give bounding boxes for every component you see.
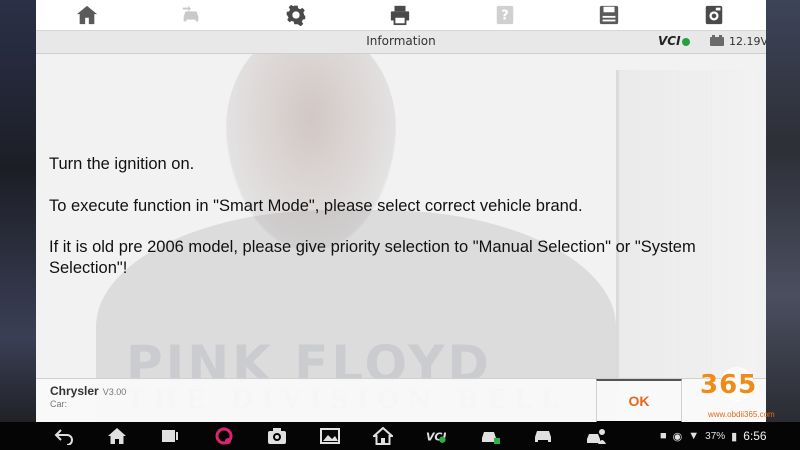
footer-bar: Chrysler V3.00 Car: OK <box>36 378 766 422</box>
home-nav-icon[interactable] <box>107 427 127 445</box>
background-right <box>766 0 800 422</box>
info-header: Information VCI 12.19V <box>36 31 766 54</box>
clock: 6:56 <box>743 429 767 443</box>
vci-nav-icon[interactable]: VCI <box>426 427 446 445</box>
vehicle-version: V3.00 <box>102 387 127 397</box>
technician-car-icon[interactable] <box>586 427 606 445</box>
save-icon[interactable] <box>597 3 621 27</box>
car-connected-icon[interactable] <box>480 427 500 445</box>
svg-text:?: ? <box>501 9 508 24</box>
status-area: ■ ◉ ▼ 37% ▮ 6:56 <box>660 428 767 444</box>
vci-label: VCI <box>658 34 681 48</box>
ok-button[interactable]: OK <box>596 379 682 422</box>
tablet-screen: PINK FLOYD THE DIVISION BELL ? Informati… <box>36 0 766 422</box>
battery-icon <box>710 35 724 46</box>
vehicle-icon[interactable] <box>533 427 553 445</box>
vehicle-name: Chrysler <box>50 384 99 398</box>
back-icon[interactable] <box>54 427 74 445</box>
watermark-logo: 365 www.obdii365.com <box>690 362 790 420</box>
home-icon[interactable] <box>75 3 99 27</box>
watermark-url: www.obdii365.com <box>708 410 775 419</box>
vehicle-type: Car: <box>50 399 68 409</box>
vehicle-swap-icon[interactable] <box>179 3 203 27</box>
message-line-ignition: Turn the ignition on. <box>49 155 195 173</box>
recent-apps-icon[interactable] <box>160 427 180 445</box>
status-battery-icon: ▮ <box>731 430 738 443</box>
wifi-icon: ▼ <box>688 430 700 442</box>
background-left <box>0 0 36 422</box>
screen-record-icon[interactable] <box>214 427 234 445</box>
chat-icon: ■ <box>660 430 667 442</box>
top-toolbar: ? <box>36 0 766 31</box>
screenshot-icon[interactable] <box>267 427 287 445</box>
page-title: Information <box>366 34 436 48</box>
info-message: Turn the ignition on. To execute functio… <box>49 154 729 299</box>
print-icon[interactable] <box>388 3 412 27</box>
message-line-old-model: If it is old pre 2006 model, please give… <box>49 238 696 277</box>
vci-status: VCI <box>658 34 690 48</box>
vci-connected-icon <box>681 38 690 46</box>
help-icon[interactable]: ? <box>493 3 517 27</box>
voltage-readout: 12.19V <box>729 35 766 48</box>
alarm-icon: ◉ <box>672 430 683 443</box>
battery-percent: 37% <box>705 430 726 442</box>
system-nav-bar: VCI ■ ◉ ▼ 37% ▮ 6:56 <box>0 422 800 450</box>
camera-icon[interactable] <box>702 3 726 27</box>
diagnostics-home-icon[interactable] <box>373 427 393 445</box>
message-line-smart-mode: To execute function in "Smart Mode", ple… <box>49 196 583 215</box>
vehicle-info: Chrysler V3.00 <box>50 384 126 398</box>
watermark-number: 365 <box>700 370 758 400</box>
settings-icon[interactable] <box>284 3 308 27</box>
gallery-icon[interactable] <box>320 427 340 445</box>
